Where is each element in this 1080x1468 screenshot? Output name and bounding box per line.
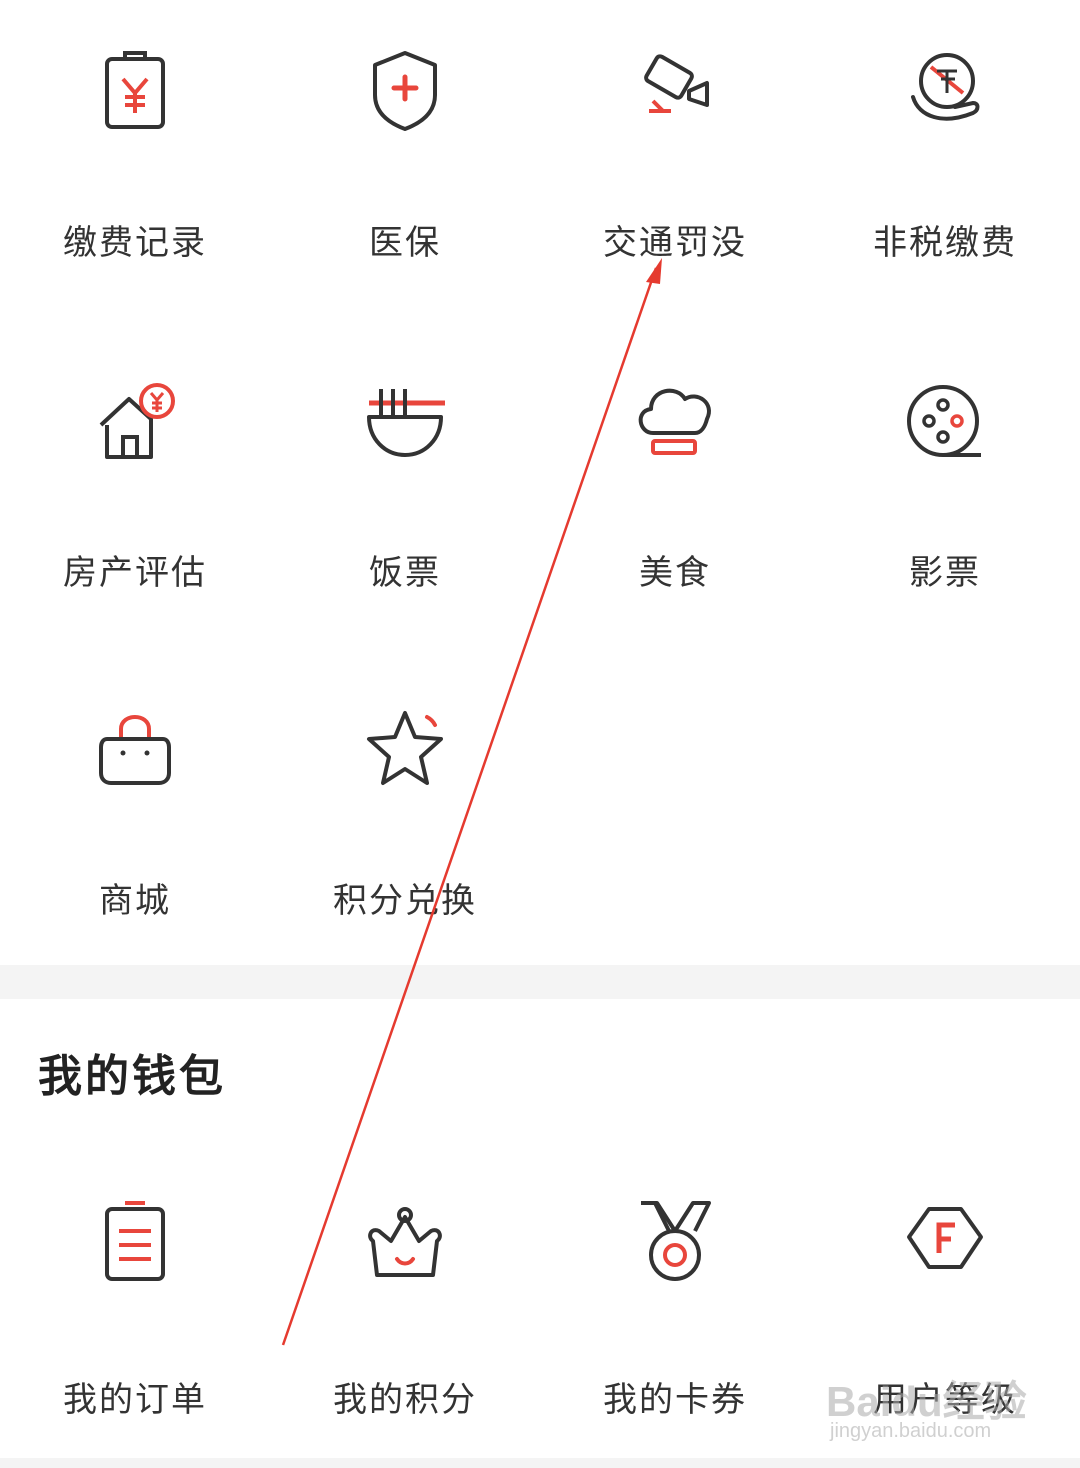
service-mall[interactable]: 商城 xyxy=(0,658,270,958)
wallet-my-points[interactable]: 我的积分 xyxy=(270,1152,540,1452)
mall-icon xyxy=(95,703,175,793)
wallet-label: 我的订单 xyxy=(63,1380,207,1420)
services-row: 房产评估 饭票 美食 影票 xyxy=(0,330,1080,630)
bottom-divider xyxy=(0,1458,1080,1468)
service-label: 缴费记录 xyxy=(63,223,207,263)
service-label: 美食 xyxy=(639,553,711,593)
section-divider xyxy=(0,965,1080,999)
service-label: 非税缴费 xyxy=(873,223,1017,263)
service-meal-ticket[interactable]: 饭票 xyxy=(270,330,540,630)
service-label: 交通罚没 xyxy=(603,223,747,263)
traffic-fine-icon xyxy=(635,45,715,135)
wallet-my-coupons[interactable]: 我的卡券 xyxy=(540,1152,810,1452)
service-movie-ticket[interactable]: 影票 xyxy=(810,330,1080,630)
wallet-label: 用户等级 xyxy=(873,1380,1017,1420)
wallet-my-orders[interactable]: 我的订单 xyxy=(0,1152,270,1452)
service-label: 房产评估 xyxy=(63,553,207,593)
service-food[interactable]: 美食 xyxy=(540,330,810,630)
payment-record-icon xyxy=(95,45,175,135)
service-label: 积分兑换 xyxy=(333,881,477,921)
service-non-tax-payment[interactable]: 非税缴费 xyxy=(810,0,1080,300)
meal-ticket-icon xyxy=(365,375,445,465)
services-row: 缴费记录 医保 交通罚没 非税缴费 xyxy=(0,0,1080,300)
service-property-assessment[interactable]: 房产评估 xyxy=(0,330,270,630)
wallet-label: 我的卡券 xyxy=(603,1380,747,1420)
services-row: 商城 积分兑换 xyxy=(0,658,1080,958)
non-tax-payment-icon xyxy=(905,45,985,135)
food-icon xyxy=(635,375,715,465)
wallet-label: 我的积分 xyxy=(333,1380,477,1420)
movie-ticket-icon xyxy=(905,375,985,465)
wallet-user-level[interactable]: 用户等级 xyxy=(810,1152,1080,1452)
user-level-icon xyxy=(905,1197,985,1287)
wallet-row: 我的订单 我的积分 我的卡券 用户等级 xyxy=(0,1152,1080,1452)
wallet-section-title: 我的钱包 xyxy=(38,1051,226,1102)
service-points-exchange[interactable]: 积分兑换 xyxy=(270,658,540,958)
service-medical-insurance[interactable]: 医保 xyxy=(270,0,540,300)
medical-insurance-icon xyxy=(365,45,445,135)
my-coupons-icon xyxy=(635,1197,715,1287)
service-label: 饭票 xyxy=(369,553,441,593)
my-orders-icon xyxy=(95,1197,175,1287)
service-label: 商城 xyxy=(99,881,171,921)
my-points-icon xyxy=(365,1197,445,1287)
property-assessment-icon xyxy=(95,375,175,465)
service-label: 影票 xyxy=(909,553,981,593)
service-label: 医保 xyxy=(369,223,441,263)
points-exchange-icon xyxy=(365,703,445,793)
service-payment-record[interactable]: 缴费记录 xyxy=(0,0,270,300)
service-traffic-fine[interactable]: 交通罚没 xyxy=(540,0,810,300)
